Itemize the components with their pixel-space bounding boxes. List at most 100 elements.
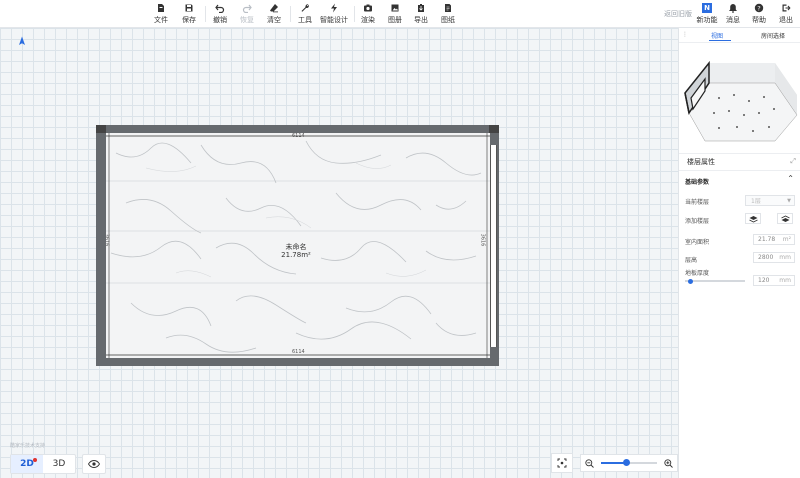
message-button[interactable]: 消息: [725, 2, 741, 26]
slab-thickness-unit: mm: [779, 277, 791, 284]
smart-design-button[interactable]: 智能设计: [318, 2, 350, 26]
file-label: 文件: [154, 16, 168, 24]
layer-up-icon: [748, 215, 758, 222]
indoor-area-field: 21.78 m²: [753, 234, 795, 245]
room-floor[interactable]: 6114 6114 3616 3616 未命名 21.78m²: [106, 133, 490, 358]
slab-thickness-input[interactable]: 120 mm: [753, 275, 795, 286]
exit-button[interactable]: 退出: [778, 2, 794, 26]
smart-design-label: 智能设计: [320, 16, 348, 24]
view-3d-button[interactable]: 3D: [43, 455, 75, 473]
file-menu-button[interactable]: 文件: [152, 2, 170, 26]
save-icon: [185, 4, 193, 12]
zoom-slider-thumb[interactable]: [623, 459, 631, 466]
floor-height-label: 层高: [685, 257, 698, 264]
add-floor-label: 添加楼层: [685, 218, 710, 225]
visibility-button[interactable]: [82, 454, 106, 474]
album-label: 图册: [388, 16, 402, 24]
save-label: 保存: [182, 16, 196, 24]
tools-label: 工具: [298, 16, 312, 24]
indoor-area-label: 室内面积: [685, 239, 710, 246]
notification-dot: [33, 458, 37, 462]
zoom-in-icon[interactable]: [664, 458, 673, 468]
add-floor-below-button[interactable]: [777, 213, 793, 224]
view-2d-button[interactable]: 2D: [11, 455, 43, 473]
zoom-slider[interactable]: [601, 459, 657, 466]
indoor-area-unit: m²: [782, 236, 791, 243]
toolbar-separator: [205, 6, 206, 22]
new-feature-icon: N: [702, 3, 712, 13]
exit-icon: [782, 4, 791, 12]
clear-label: 清空: [267, 16, 281, 24]
help-button[interactable]: ? 帮助: [751, 2, 767, 26]
undo-label: 撤销: [213, 16, 227, 24]
zoom-out-icon[interactable]: [585, 458, 594, 468]
save-button[interactable]: 保存: [180, 2, 198, 26]
tab-room-select[interactable]: 房间选择: [761, 31, 785, 40]
eye-icon: [88, 460, 100, 468]
room-3d-preview-image: [684, 60, 798, 142]
view-mode-toggle: 2D 3D: [10, 454, 76, 474]
drawing-label: 图纸: [441, 16, 455, 24]
view-3d-label: 3D: [52, 459, 66, 469]
floor-properties-title: 楼层属性: [687, 158, 715, 166]
window[interactable]: [490, 145, 497, 347]
current-floor-label: 当前楼层: [685, 199, 710, 206]
slab-thickness-value: 120: [758, 277, 770, 284]
right-panel: ⋮ 视图 房间选择 楼层属性 ⤢ 基础参数 ⌃ 当前楼层 1层 ▼ 添加楼层 室…: [678, 28, 800, 478]
redo-button[interactable]: 恢复: [238, 2, 256, 26]
eraser-icon: [270, 4, 278, 13]
dimension-bottom: 6114: [292, 349, 305, 355]
tab-view[interactable]: 视图: [711, 31, 723, 40]
room-walls[interactable]: 6114 6114 3616 3616 未命名 21.78m²: [96, 125, 499, 366]
exit-label: 退出: [779, 16, 793, 24]
back-to-old-version-link[interactable]: 返回旧版: [664, 9, 692, 19]
bell-icon: [729, 4, 737, 13]
zoom-bar: [580, 454, 678, 472]
tools-button[interactable]: 工具: [295, 2, 315, 26]
drawing-button[interactable]: 图纸: [438, 2, 458, 26]
3d-preview[interactable]: [679, 43, 800, 154]
expand-icon[interactable]: ⤢: [790, 157, 796, 166]
add-floor-above-button[interactable]: [745, 213, 761, 224]
new-feature-button[interactable]: N 新功能: [696, 2, 718, 26]
dimension-right: 3616: [479, 233, 486, 247]
redo-icon: [242, 4, 252, 13]
undo-button[interactable]: 撤销: [211, 2, 229, 26]
new-feature-label: 新功能: [696, 16, 718, 24]
export-icon: [418, 4, 424, 12]
floor-height-input[interactable]: 2800 mm: [753, 252, 795, 263]
view-2d-label: 2D: [20, 459, 34, 469]
slab-thickness-slider[interactable]: [685, 278, 745, 284]
fit-screen-icon: [557, 458, 567, 468]
render-button[interactable]: 渲染: [359, 2, 377, 26]
export-label: 导出: [414, 16, 428, 24]
room-name: 未命名: [285, 243, 307, 251]
lightning-icon: [331, 3, 337, 13]
svg-text:?: ?: [757, 4, 760, 12]
current-floor-select[interactable]: 1层 ▼: [745, 195, 795, 206]
slab-thickness-thumb[interactable]: [688, 278, 693, 284]
toolbar-separator: [354, 6, 355, 22]
chevron-down-icon: ▼: [787, 197, 791, 204]
album-button[interactable]: 图册: [386, 2, 404, 26]
camera-icon: [364, 4, 372, 12]
tab-underline: [709, 40, 731, 41]
panel-tabs: ⋮ 视图 房间选择: [679, 28, 800, 43]
top-toolbar: 文件 保存 撤销 恢复 清空 工具 智能设计 渲染 图册 导出 图纸 返回旧版 …: [0, 0, 800, 28]
room-label[interactable]: 未命名 21.78m²: [246, 243, 346, 259]
help-label: 帮助: [752, 16, 766, 24]
export-button[interactable]: 导出: [412, 2, 430, 26]
floorplan-canvas[interactable]: 6114 6114 3616 3616 未命名 21.78m² 酷家乐技术支持 …: [0, 28, 678, 478]
layer-down-icon: [780, 215, 790, 222]
collapse-chevron-icon[interactable]: ⌃: [787, 174, 794, 183]
drawing-icon: [445, 4, 451, 12]
dimension-left: 3616: [106, 233, 110, 247]
slab-thickness-label: 地板厚度: [685, 270, 710, 277]
wall-corner: [96, 125, 106, 133]
floor-properties-header: 楼层属性 ⤢: [679, 154, 800, 171]
redo-label: 恢复: [240, 16, 254, 24]
fit-view-button[interactable]: [551, 453, 573, 473]
clear-button[interactable]: 清空: [264, 2, 284, 26]
drag-handle-icon[interactable]: ⋮: [682, 31, 688, 38]
wrench-icon: [301, 4, 309, 12]
